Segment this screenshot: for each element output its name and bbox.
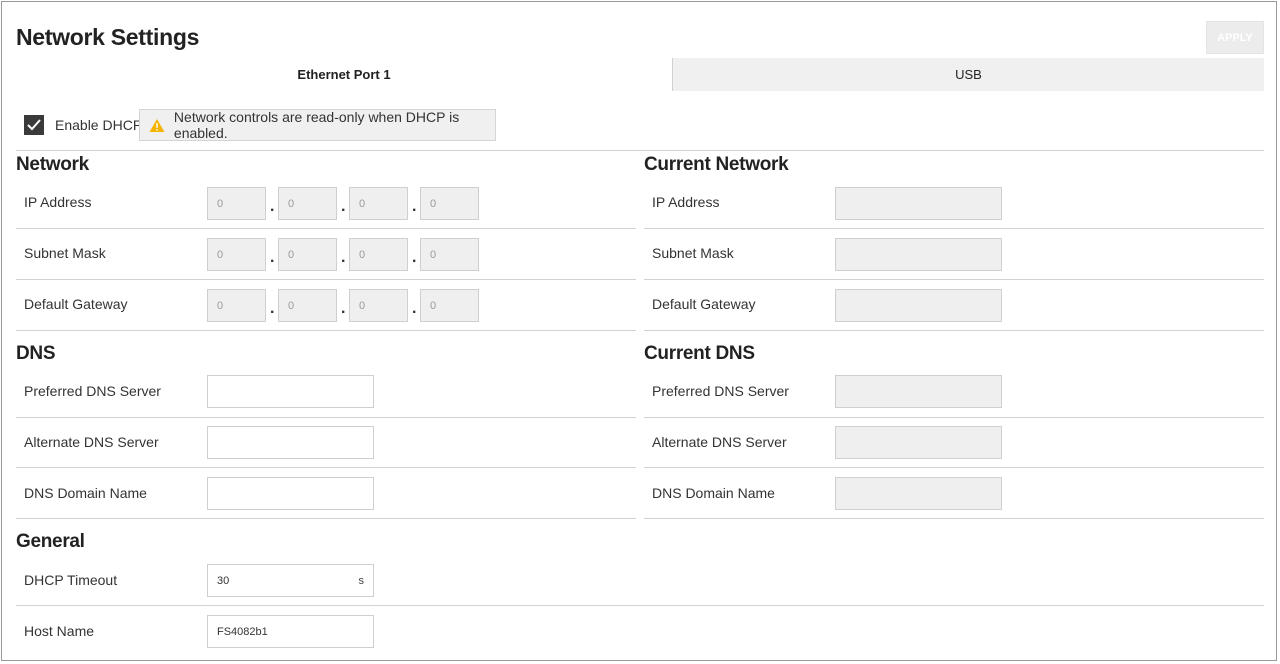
page-title: Network Settings [16,24,200,50]
tab-ethernet-port-1[interactable]: Ethernet Port 1 [16,58,672,91]
gateway-octet-4[interactable]: 0 [420,289,479,322]
tab-usb[interactable]: USB [672,58,1264,91]
subnet-octet-4[interactable]: 0 [420,238,479,271]
divider [16,518,636,519]
divider [644,330,1264,331]
ip-octet-2[interactable]: 0 [278,187,337,220]
alternate-dns-label: Alternate DNS Server [24,434,159,450]
divider [16,467,636,468]
current-ip-address-field [835,187,1002,220]
alternate-dns-input[interactable] [207,426,374,459]
preferred-dns-label: Preferred DNS Server [24,383,161,399]
divider [16,228,636,229]
current-dns-domain-name-label: DNS Domain Name [652,485,775,501]
octet-separator: . [412,300,417,317]
ip-octet-1[interactable]: 0 [207,187,266,220]
current-dns-section-title: Current DNS [644,343,755,364]
enable-dhcp-row: Enable DHCP [24,108,142,141]
divider [644,279,1264,280]
gateway-octet-1[interactable]: 0 [207,289,266,322]
dhcp-notice: Network controls are read-only when DHCP… [139,109,496,141]
dhcp-notice-text: Network controls are read-only when DHCP… [173,109,460,141]
current-ip-address-label: IP Address [652,194,720,210]
warning-triangle-icon [149,118,165,132]
divider [644,518,1264,519]
checkmark-icon [27,118,41,130]
ip-octet-4[interactable]: 0 [420,187,479,220]
divider [16,279,636,280]
subnet-octet-3[interactable]: 0 [349,238,408,271]
octet-separator: . [341,300,346,317]
subnet-octet-1[interactable]: 0 [207,238,266,271]
subnet-octet-2[interactable]: 0 [278,238,337,271]
current-subnet-mask-field [835,238,1002,271]
apply-button[interactable]: APPLY [1206,21,1264,54]
enable-dhcp-label: Enable DHCP [55,116,143,133]
current-alternate-dns-field [835,426,1002,459]
current-preferred-dns-label: Preferred DNS Server [652,383,789,399]
octet-separator: . [341,249,346,266]
divider [644,467,1264,468]
current-network-section-title: Current Network [644,154,789,175]
gateway-octet-3[interactable]: 0 [349,289,408,322]
octet-separator: . [270,198,275,215]
subnet-mask-label: Subnet Mask [24,245,106,261]
current-subnet-mask-label: Subnet Mask [652,245,734,261]
host-name-label: Host Name [24,623,95,639]
octet-separator: . [270,249,275,266]
octet-separator: . [270,300,275,317]
current-default-gateway-label: Default Gateway [652,296,756,312]
enable-dhcp-checkbox[interactable] [24,114,44,135]
dhcp-timeout-value: 30 [217,574,230,587]
divider [16,150,1264,151]
default-gateway-label: Default Gateway [24,296,128,312]
dns-domain-name-label: DNS Domain Name [24,485,147,501]
dhcp-timeout-input[interactable]: 30 s [207,564,374,597]
current-dns-domain-name-field [835,477,1002,510]
divider [644,417,1264,418]
settings-panel [1,1,1277,661]
ip-address-label: IP Address [24,194,92,210]
preferred-dns-input[interactable] [207,375,374,408]
dns-domain-name-input[interactable] [207,477,374,510]
network-section-title: Network [16,154,89,175]
octet-separator: . [341,198,346,215]
current-preferred-dns-field [835,375,1002,408]
general-section-title: General [16,531,85,552]
divider [16,330,636,331]
ip-octet-3[interactable]: 0 [349,187,408,220]
current-alternate-dns-label: Alternate DNS Server [652,434,787,450]
dns-section-title: DNS [16,343,56,364]
octet-separator: . [412,249,417,266]
divider [16,605,1264,606]
octet-separator: . [412,198,417,215]
gateway-octet-2[interactable]: 0 [278,289,337,322]
dhcp-timeout-unit: s [358,574,365,587]
current-default-gateway-field [835,289,1002,322]
host-name-input[interactable]: FS4082b1 [207,615,374,648]
divider [644,228,1264,229]
dhcp-timeout-label: DHCP Timeout [24,572,118,588]
divider [16,417,636,418]
